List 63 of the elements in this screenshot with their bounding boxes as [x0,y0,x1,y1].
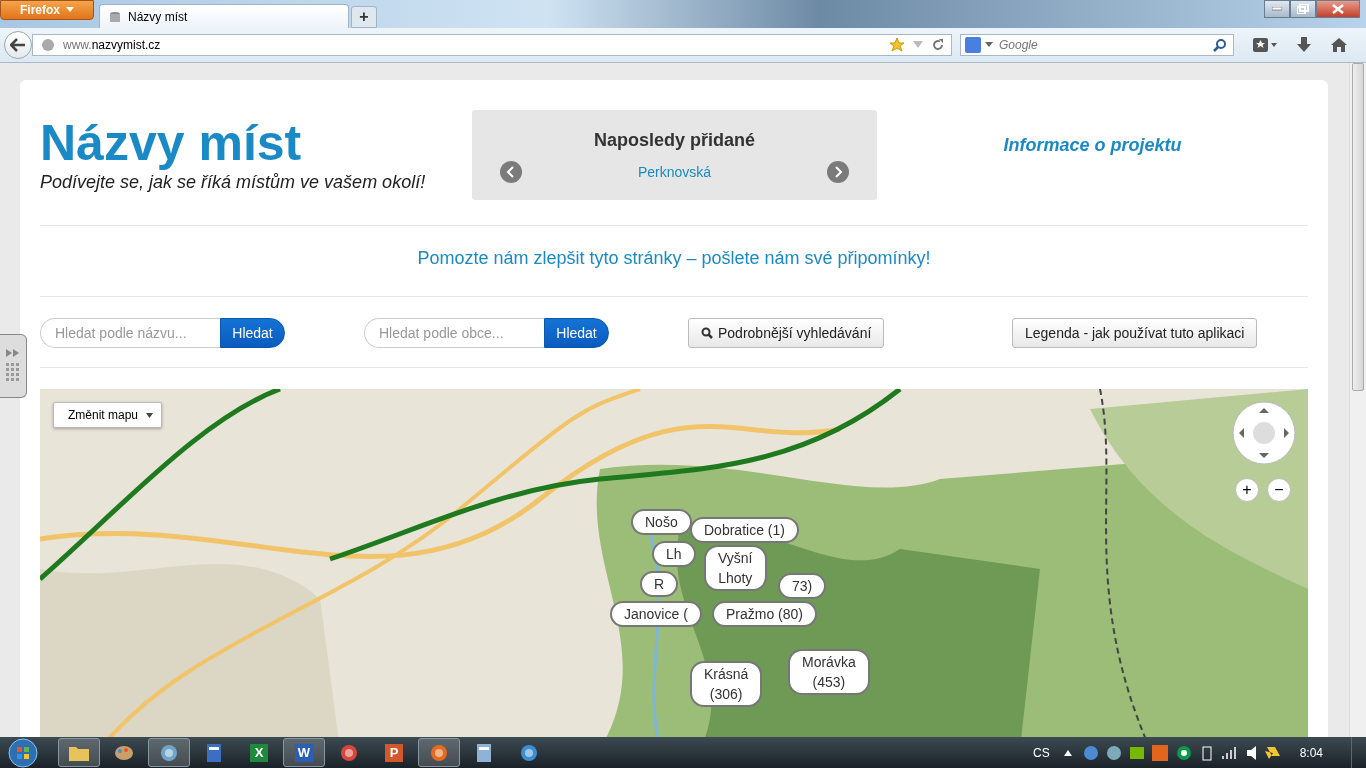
scrollbar[interactable] [1349,63,1366,737]
page-icon [108,9,122,24]
tagline: Podívejte se, jak se říká místům ve vašem okolí! [40,172,427,193]
search-icon[interactable] [1213,38,1227,52]
place-marker[interactable]: Lh [652,541,696,567]
previous-icon[interactable] [500,161,522,183]
taskbar-app[interactable]: X [238,738,280,767]
close-button[interactable] [1316,0,1360,18]
back-button[interactable] [4,31,32,59]
place-marker[interactable]: Janovice ( [610,601,702,627]
dropdown-icon[interactable] [985,42,993,48]
restore-button[interactable] [1290,0,1316,18]
minimize-icon [1272,7,1282,11]
place-marker[interactable]: Krásná (306) [690,661,763,707]
legend-button[interactable]: Legenda - jak používat tuto aplikaci [1012,318,1258,348]
recent-heading: Naposledy přidané [593,130,755,151]
back-arrow-icon [10,38,26,52]
side-panel-handle[interactable] [0,334,27,398]
restore-icon [1297,4,1309,14]
advanced-search-button[interactable]: Podrobnější vyhledávání [688,318,885,348]
close-icon [1332,4,1344,14]
search-button[interactable]: Hledat [220,318,285,348]
palette-icon [114,744,134,761]
tray-icons-drawing[interactable] [1081,743,1282,762]
minimize-button[interactable] [1264,0,1290,18]
folder-icon [69,744,89,761]
search-field[interactable]: Hledat podle názvu... [40,318,220,348]
place-marker[interactable]: Dobratice (1) [690,517,799,543]
project-info-link[interactable]: Informace o projektu [1003,135,1182,155]
search-bar[interactable]: Google [960,34,1234,56]
address-bar[interactable]: www.nazvymist.cz [32,34,952,56]
browser-tab[interactable]: Názvy míst [99,4,349,28]
bookmarks-icon[interactable] [1252,37,1278,53]
home-icon[interactable] [1330,37,1348,53]
place-marker[interactable]: Vyšní Lhoty [704,545,767,591]
grip-icon [6,363,20,383]
calculator-icon [477,743,491,762]
language-indicator[interactable]: CS [1032,745,1050,760]
map-type-dropdown[interactable]: Změnit mapu [53,402,163,428]
download-icon[interactable] [1296,37,1312,53]
url-text: www.nazvymist.cz [63,38,161,52]
show-hidden-icons-icon[interactable] [1063,749,1072,756]
document-icon [207,743,221,762]
reload-icon[interactable] [931,38,945,52]
search-field[interactable]: Hledat podle obce... [364,318,544,348]
new-tab-button[interactable]: + [351,6,377,28]
search-icon [701,327,713,339]
taskbar-app[interactable]: W [283,738,325,767]
clock: 8:04 [1299,745,1323,760]
feedback-link[interactable]: Pomozte nám zlepšit tyto stránky – pošlete nám své připomínky! [417,248,931,268]
place-marker[interactable]: Pražmo (80) [712,601,818,627]
caret-icon [66,7,74,13]
expand-icon [6,349,20,357]
taskbar-app[interactable]: P [373,738,415,767]
place-marker[interactable]: 73) [778,573,827,599]
site-title[interactable]: Názvy míst [40,118,472,168]
place-marker[interactable]: Morávka (453) [788,649,870,695]
next-icon[interactable] [827,161,849,183]
place-marker[interactable]: Nošo [631,509,692,535]
star-icon[interactable] [889,37,905,53]
caret-icon [146,412,154,418]
search-engine-icon [965,37,981,53]
search-button[interactable]: Hledat [544,318,609,348]
